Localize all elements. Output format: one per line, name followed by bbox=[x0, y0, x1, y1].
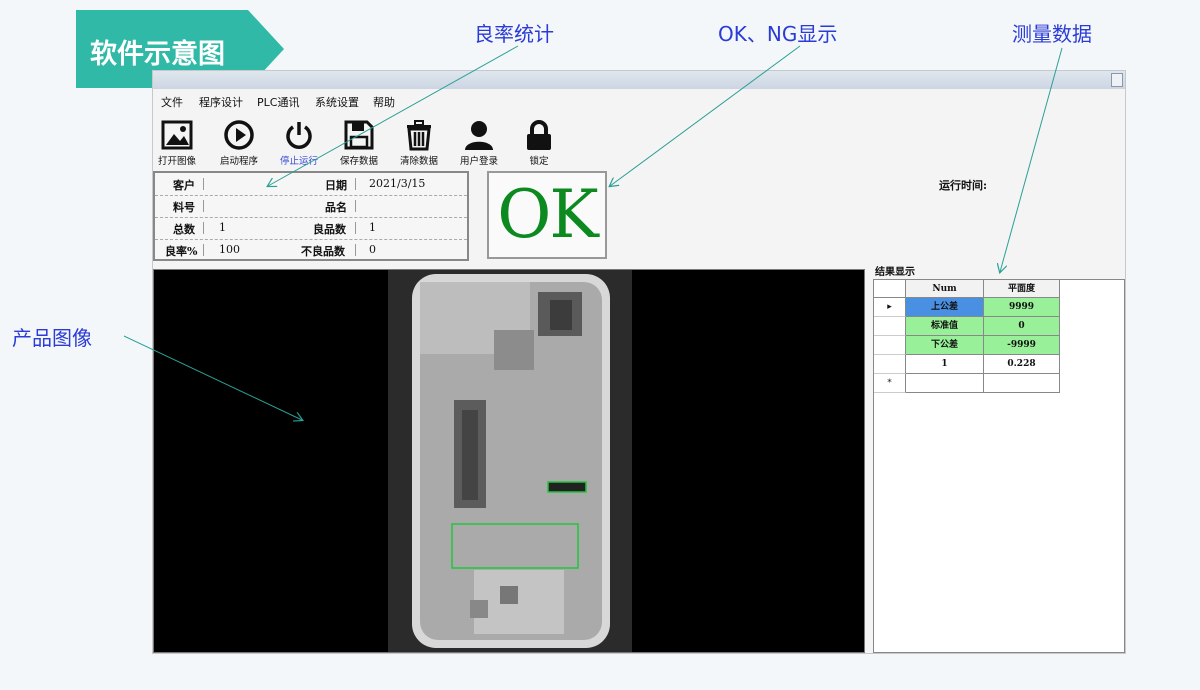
save-data-button[interactable]: 保存数据 bbox=[327, 115, 391, 171]
user-icon bbox=[465, 121, 493, 150]
callout-product: 产品图像 bbox=[12, 326, 92, 350]
good-label: 良品数 bbox=[313, 223, 346, 236]
new-row-icon[interactable]: * bbox=[874, 374, 906, 393]
menu-file[interactable]: 文件 bbox=[161, 94, 183, 110]
table-row[interactable]: 下公差 bbox=[906, 336, 984, 355]
save-icon bbox=[344, 120, 374, 150]
product-image-panel[interactable] bbox=[153, 269, 865, 653]
table-cell[interactable]: 9999 bbox=[984, 298, 1060, 317]
yield-value: 100 bbox=[219, 243, 240, 256]
start-program-button[interactable]: 启动程序 bbox=[207, 115, 271, 171]
total-label: 总数 bbox=[173, 223, 195, 236]
column-header-num[interactable]: Num bbox=[906, 280, 984, 298]
trash-icon bbox=[407, 120, 431, 151]
stats-table: 客户 日期 2021/3/15 料号 品名 总数 1 良品数 1 良率% 100 bbox=[153, 171, 469, 261]
play-icon bbox=[224, 120, 254, 150]
results-grid: Num 平面度 ▸ 上公差 9999 标准值 0 下公差 -9999 1 0.2… bbox=[873, 279, 1125, 653]
grid-corner bbox=[874, 280, 906, 298]
power-icon bbox=[286, 122, 312, 149]
callout-yield: 良率统计 bbox=[474, 22, 554, 46]
product-image bbox=[388, 270, 632, 652]
row-indicator-icon[interactable]: ▸ bbox=[874, 298, 906, 317]
callout-measure: 测量数据 bbox=[1012, 22, 1092, 46]
slide-title: 软件示意图 bbox=[90, 39, 225, 70]
yield-label: 良率% bbox=[165, 245, 198, 258]
user-login-button[interactable]: 用户登录 bbox=[447, 115, 511, 171]
table-row[interactable]: 上公差 bbox=[906, 298, 984, 317]
lock-icon bbox=[527, 120, 551, 150]
date-label: 日期 bbox=[325, 179, 347, 192]
row-header[interactable] bbox=[874, 336, 906, 355]
menu-bar: 文件 程序设计 PLC通讯 系统设置 帮助 bbox=[153, 91, 1125, 111]
clear-data-button[interactable]: 清除数据 bbox=[387, 115, 451, 171]
new-row-cell[interactable] bbox=[906, 374, 984, 393]
row-header[interactable] bbox=[874, 355, 906, 374]
column-header-flatness[interactable]: 平面度 bbox=[984, 280, 1060, 298]
table-row[interactable]: 标准值 bbox=[906, 317, 984, 336]
menu-program[interactable]: 程序设计 bbox=[199, 94, 243, 110]
results-label: 结果显示 bbox=[875, 267, 915, 278]
window-titlebar bbox=[153, 71, 1125, 89]
bad-label: 不良品数 bbox=[301, 245, 345, 258]
app-window: 文件 程序设计 PLC通讯 系统设置 帮助 打开图像 启动程序 停止运行 保存数… bbox=[152, 70, 1126, 654]
part-label: 料号 bbox=[173, 201, 195, 214]
bad-value: 0 bbox=[369, 243, 376, 256]
table-row[interactable]: 1 bbox=[906, 355, 984, 374]
window-control-icon[interactable] bbox=[1111, 73, 1123, 87]
table-cell[interactable]: -9999 bbox=[984, 336, 1060, 355]
good-value: 1 bbox=[369, 221, 376, 234]
table-cell[interactable]: 0.228 bbox=[984, 355, 1060, 374]
lock-button[interactable]: 锁定 bbox=[507, 115, 571, 171]
product-label: 品名 bbox=[325, 201, 347, 214]
open-image-button[interactable]: 打开图像 bbox=[145, 115, 209, 171]
table-cell[interactable]: 0 bbox=[984, 317, 1060, 336]
menu-plc[interactable]: PLC通讯 bbox=[257, 94, 299, 110]
menu-help[interactable]: 帮助 bbox=[373, 94, 395, 110]
date-value: 2021/3/15 bbox=[369, 177, 426, 190]
customer-label: 客户 bbox=[173, 179, 195, 192]
row-header[interactable] bbox=[874, 317, 906, 336]
runtime-label: 运行时间: bbox=[939, 179, 988, 192]
new-row-cell[interactable] bbox=[984, 374, 1060, 393]
menu-settings[interactable]: 系统设置 bbox=[315, 94, 359, 110]
callout-ok-ng: OK、NG显示 bbox=[718, 22, 838, 46]
image-icon bbox=[161, 120, 193, 150]
total-value: 1 bbox=[219, 221, 226, 234]
stop-run-button[interactable]: 停止运行 bbox=[267, 115, 331, 171]
ok-ng-indicator: OK bbox=[487, 171, 607, 259]
toolbar: 打开图像 启动程序 停止运行 保存数据 清除数据 用户登录 锁定 bbox=[153, 115, 1125, 171]
status-text: OK bbox=[497, 176, 598, 253]
